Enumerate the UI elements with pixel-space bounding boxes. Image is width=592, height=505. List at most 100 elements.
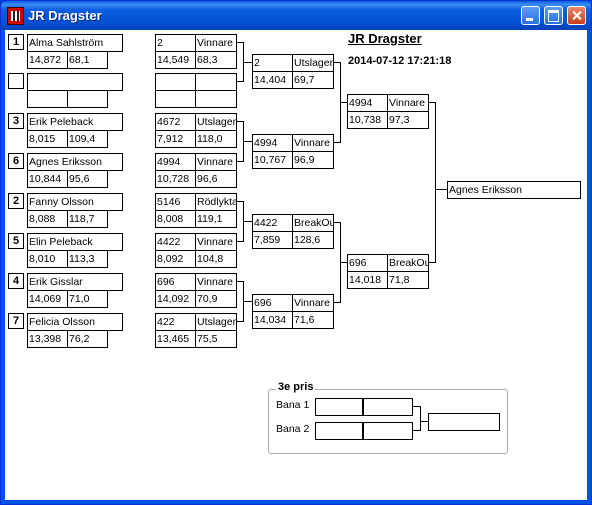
result-status[interactable]: Utslagen [195, 113, 237, 131]
speed-value[interactable]: 71,8 [387, 271, 429, 289]
third-place-winner-field[interactable] [428, 413, 500, 431]
title-bar[interactable]: JR Dragster [1, 1, 591, 30]
maximize-button[interactable] [544, 6, 563, 25]
speed-value[interactable]: 71,6 [292, 311, 334, 329]
car-number[interactable]: 2 [155, 34, 196, 52]
speed-value[interactable] [195, 90, 237, 108]
speed-value[interactable]: 95,6 [67, 170, 108, 188]
car-number[interactable]: 2 [252, 54, 293, 72]
seed-number [8, 73, 24, 89]
car-number[interactable]: 4994 [155, 153, 196, 171]
driver-name[interactable]: Erik Peleback [27, 113, 123, 131]
result-status[interactable]: Vinnare [195, 34, 237, 52]
reaction-time[interactable]: 14,404 [252, 71, 293, 89]
reaction-time[interactable] [27, 90, 68, 108]
reaction-time[interactable] [155, 90, 196, 108]
speed-value[interactable]: 68,1 [67, 51, 108, 69]
result-status[interactable]: Vinnare [387, 94, 429, 112]
car-number[interactable] [155, 73, 196, 91]
reaction-time[interactable]: 8,015 [27, 130, 68, 148]
speed-value[interactable]: 104,8 [195, 250, 237, 268]
result-status[interactable]: Vinnare [195, 153, 237, 171]
reaction-time[interactable]: 10,738 [347, 111, 388, 129]
speed-value[interactable]: 70,9 [195, 290, 237, 308]
speed-value[interactable]: 118,7 [67, 210, 108, 228]
reaction-time[interactable]: 8,010 [27, 250, 68, 268]
reaction-time[interactable]: 10,728 [155, 170, 196, 188]
car-number[interactable]: 696 [252, 294, 293, 312]
result-status[interactable]: BreakOut [292, 214, 334, 232]
driver-name[interactable]: Felicia Olsson [27, 313, 123, 331]
page-title: JR Dragster [348, 31, 422, 46]
champion-field[interactable]: Agnes Eriksson [447, 181, 581, 199]
driver-name[interactable]: Alma Sahlström [27, 34, 123, 52]
driver-name[interactable] [27, 73, 123, 91]
reaction-time[interactable]: 14,872 [27, 51, 68, 69]
speed-value[interactable]: 119,1 [195, 210, 237, 228]
speed-value[interactable]: 71,0 [67, 290, 108, 308]
car-number[interactable]: 4672 [155, 113, 196, 131]
speed-value[interactable]: 97,3 [387, 111, 429, 129]
reaction-time[interactable]: 13,398 [27, 330, 68, 348]
driver-name[interactable]: Fanny Olsson [27, 193, 123, 211]
speed-value[interactable]: 128,6 [292, 231, 334, 249]
bracket-connector [420, 421, 428, 422]
third-place-lane1-name[interactable] [315, 398, 363, 416]
reaction-time[interactable]: 14,018 [347, 271, 388, 289]
result-status[interactable]: Vinnare [195, 233, 237, 251]
speed-value[interactable] [67, 90, 108, 108]
reaction-time[interactable]: 7,859 [252, 231, 293, 249]
speed-value[interactable]: 76,2 [67, 330, 108, 348]
result-status[interactable]: Vinnare [292, 294, 334, 312]
speed-value[interactable]: 75,5 [195, 330, 237, 348]
third-place-legend: 3e pris [276, 381, 316, 393]
car-number[interactable]: 696 [347, 254, 388, 272]
minimize-button[interactable] [521, 6, 540, 25]
lane-2-label: Bana 2 [276, 423, 310, 435]
seed-number: 2 [8, 193, 24, 209]
reaction-time[interactable]: 8,092 [155, 250, 196, 268]
reaction-time[interactable]: 13,465 [155, 330, 196, 348]
reaction-time[interactable]: 14,092 [155, 290, 196, 308]
reaction-time[interactable]: 14,069 [27, 290, 68, 308]
speed-value[interactable]: 69,7 [292, 71, 334, 89]
result-status[interactable]: Rödlykta [195, 193, 237, 211]
result-status[interactable]: Utslagen [292, 54, 334, 72]
reaction-time[interactable]: 10,844 [27, 170, 68, 188]
result-status[interactable] [195, 73, 237, 91]
result-status[interactable]: Vinnare [195, 273, 237, 291]
reaction-time[interactable]: 10,767 [252, 151, 293, 169]
driver-name[interactable]: Erik Gisslar [27, 273, 123, 291]
seed-number: 7 [8, 313, 24, 329]
speed-value[interactable]: 68,3 [195, 51, 237, 69]
car-number[interactable]: 4422 [252, 214, 293, 232]
bracket-connector [420, 406, 421, 431]
driver-name[interactable]: Elin Peleback [27, 233, 123, 251]
reaction-time[interactable]: 7,912 [155, 130, 196, 148]
timestamp: 2014-07-12 17:21:18 [348, 55, 452, 67]
third-place-lane1-value[interactable] [363, 398, 413, 416]
speed-value[interactable]: 96,9 [292, 151, 334, 169]
car-number[interactable]: 422 [155, 313, 196, 331]
car-number[interactable]: 696 [155, 273, 196, 291]
driver-name[interactable]: Agnes Eriksson [27, 153, 123, 171]
speed-value[interactable]: 96,6 [195, 170, 237, 188]
third-place-lane2-name[interactable] [315, 422, 363, 440]
car-number[interactable]: 4994 [252, 134, 293, 152]
result-status[interactable]: Utslagen [195, 313, 237, 331]
speed-value[interactable]: 118,0 [195, 130, 237, 148]
reaction-time[interactable]: 14,549 [155, 51, 196, 69]
reaction-time[interactable]: 14,034 [252, 311, 293, 329]
car-number[interactable]: 4994 [347, 94, 388, 112]
third-place-lane2-value[interactable] [363, 422, 413, 440]
reaction-time[interactable]: 8,088 [27, 210, 68, 228]
speed-value[interactable]: 109,4 [67, 130, 108, 148]
result-status[interactable]: Vinnare [292, 134, 334, 152]
result-status[interactable]: BreakOut [387, 254, 429, 272]
car-number[interactable]: 5146 [155, 193, 196, 211]
close-button[interactable] [567, 6, 586, 25]
seed-number: 1 [8, 34, 24, 50]
speed-value[interactable]: 113,3 [67, 250, 108, 268]
reaction-time[interactable]: 8,008 [155, 210, 196, 228]
car-number[interactable]: 4422 [155, 233, 196, 251]
